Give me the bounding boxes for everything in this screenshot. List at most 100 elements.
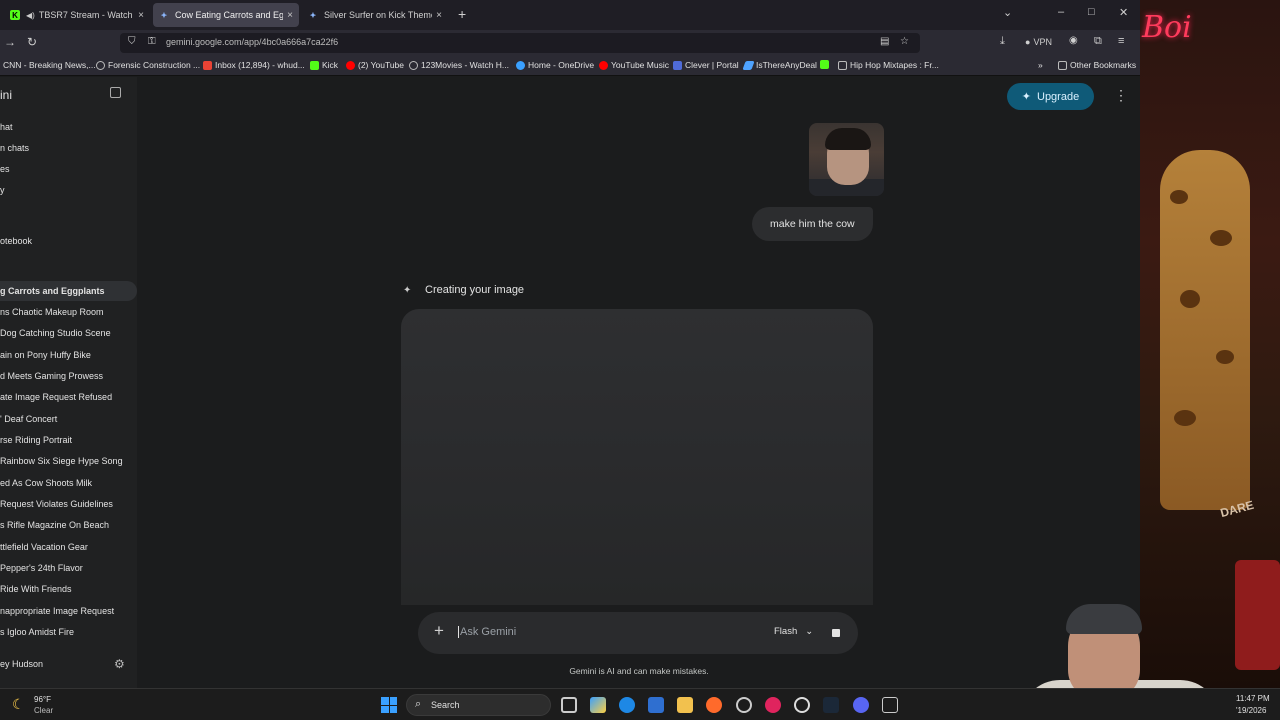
close-tab-icon[interactable]: ×: [287, 10, 293, 21]
new-tab-icon[interactable]: +: [458, 6, 466, 22]
obs-icon[interactable]: [736, 697, 752, 713]
giraffe-artwork: [1160, 150, 1250, 510]
media-player-icon[interactable]: [765, 697, 781, 713]
tab-bar: K ◀) TBSR7 Stream - Watch Live × ✦ Cow E…: [0, 0, 1140, 30]
generation-status: Creating your image: [425, 284, 525, 296]
gemini-brand[interactable]: ini: [0, 88, 12, 102]
stop-generation-button[interactable]: [832, 629, 840, 637]
nav-notebook[interactable]: otebook: [0, 236, 32, 246]
tab-stream[interactable]: K ◀) TBSR7 Stream - Watch Live ×: [4, 3, 150, 27]
forward-icon[interactable]: →: [4, 35, 16, 49]
minimize-icon[interactable]: –: [1058, 6, 1064, 18]
extensions-icon[interactable]: ⧉: [1094, 35, 1102, 48]
bookmark-kick[interactable]: Kick: [310, 60, 338, 70]
settings-icon[interactable]: [794, 697, 810, 713]
url-text[interactable]: gemini.google.com/app/4bc0a666a7ca22f6: [166, 37, 338, 47]
bookmark-isthereanydeal[interactable]: IsThereAnyDeal: [742, 60, 817, 70]
sidebar: ini hat n chats es y otebook g Carrots a…: [0, 77, 137, 688]
recent-chat-active[interactable]: g Carrots and Eggplants: [0, 281, 137, 301]
image-loading-placeholder: [401, 309, 873, 605]
notepad-icon[interactable]: [882, 697, 898, 713]
steam-icon[interactable]: [823, 697, 839, 713]
recent-chat[interactable]: Pepper's 24th Flavor: [0, 558, 137, 578]
close-tab-icon[interactable]: ×: [138, 10, 144, 21]
vpn-button[interactable]: ● VPN: [1025, 37, 1052, 47]
firefox-icon[interactable]: [706, 697, 722, 713]
bookmark-forensic[interactable]: Forensic Construction ...: [96, 60, 200, 70]
windows-start-icon[interactable]: [381, 697, 397, 713]
bookmark-star-icon[interactable]: ☆: [900, 36, 909, 47]
bookmark-onedrive[interactable]: Home - OneDrive: [516, 60, 594, 70]
clock-time[interactable]: 11:47 PM: [1236, 694, 1270, 703]
sidebar-toggle-icon[interactable]: [110, 87, 121, 98]
bookmark-youtube-music[interactable]: YouTube Music: [599, 60, 669, 70]
tab-gemini-active[interactable]: ✦ Cow Eating Carrots and Eggpla ×: [153, 3, 299, 27]
nav-new-chat[interactable]: hat: [0, 122, 13, 132]
uploaded-user-photo[interactable]: [809, 123, 884, 196]
recent-chat[interactable]: rse Riding Portrait: [0, 430, 137, 450]
bookmark-youtube[interactable]: (2) YouTube: [346, 60, 404, 70]
shield-icon[interactable]: ⛉: [128, 36, 136, 47]
recent-chat[interactable]: nappropriate Image Request: [0, 601, 137, 621]
menu-icon[interactable]: ≡: [1118, 35, 1124, 47]
tab-list-icon[interactable]: ⌄: [1003, 6, 1012, 19]
recent-chat[interactable]: Dog Catching Studio Scene: [0, 323, 137, 343]
bookmark-cnn[interactable]: CNN - Breaking News,...: [3, 60, 96, 70]
copilot-icon[interactable]: [590, 697, 606, 713]
bookmark-gmail[interactable]: Inbox (12,894) - whud...: [203, 60, 305, 70]
recent-chat[interactable]: Ride With Friends: [0, 579, 137, 599]
bookmark-hiphop[interactable]: Hip Hop Mixtapes : Fr...: [838, 60, 939, 70]
maximize-icon[interactable]: □: [1088, 6, 1095, 18]
reload-icon[interactable]: ↻: [27, 35, 37, 49]
recent-chat[interactable]: ate Image Request Refused: [0, 387, 137, 407]
clock-date[interactable]: '19/2026: [1236, 706, 1266, 715]
loading-sparkle-icon: ✦: [403, 285, 412, 296]
nav-item-3[interactable]: es: [0, 164, 10, 174]
discord-icon[interactable]: [853, 697, 869, 713]
gemini-icon: ✦: [309, 10, 317, 20]
gemini-page: ini hat n chats es y otebook g Carrots a…: [0, 77, 1140, 688]
add-attachment-icon[interactable]: +: [434, 621, 444, 641]
recent-chat[interactable]: ttlefield Vacation Gear: [0, 537, 137, 557]
model-selector[interactable]: Flash ⌄: [774, 626, 813, 637]
prompt-input[interactable]: Ask Gemini: [458, 626, 516, 638]
recent-chat[interactable]: ' Deaf Concert: [0, 409, 137, 429]
bookmark-clever[interactable]: Clever | Portal: [673, 60, 739, 70]
close-window-icon[interactable]: ✕: [1119, 6, 1128, 19]
recent-chat[interactable]: ed As Cow Shoots Milk: [0, 473, 137, 493]
other-bookmarks[interactable]: Other Bookmarks: [1058, 60, 1136, 70]
more-options-icon[interactable]: ⋮: [1114, 87, 1128, 104]
tab-gemini-2[interactable]: ✦ Silver Surfer on Kick Themed Su ×: [302, 3, 448, 27]
edge-icon[interactable]: [619, 697, 635, 713]
bookmark-123movies[interactable]: 123Movies - Watch H...: [409, 60, 509, 70]
globe-icon: [96, 60, 105, 70]
recent-chat[interactable]: Request Violates Guidelines: [0, 494, 137, 514]
upgrade-button[interactable]: ✦ Upgrade: [1007, 83, 1094, 110]
sparkle-icon: ✦: [1021, 91, 1031, 103]
account-icon[interactable]: ◉: [1069, 35, 1078, 46]
taskbar-search[interactable]: ⌕ Search: [406, 694, 551, 716]
close-tab-icon[interactable]: ×: [436, 10, 442, 21]
recent-chat[interactable]: s Igloo Amidst Fire: [0, 622, 137, 642]
downloads-icon[interactable]: ⤓: [1000, 35, 1005, 48]
nav-search-chats[interactable]: n chats: [0, 143, 29, 153]
recent-chat[interactable]: ns Chaotic Makeup Room: [0, 302, 137, 322]
nav-item-4[interactable]: y: [0, 185, 5, 195]
lock-icon[interactable]: ⚿: [148, 36, 156, 47]
file-explorer-icon[interactable]: [677, 697, 693, 713]
recent-chat[interactable]: s Rifle Magazine On Beach: [0, 515, 137, 535]
user-message-bubble: make him the cow: [752, 207, 873, 241]
task-view-icon[interactable]: [561, 697, 577, 713]
weather-moon-icon[interactable]: ☾: [12, 696, 25, 713]
weather-temperature[interactable]: 96°F: [34, 695, 51, 704]
recent-chat[interactable]: d Meets Gaming Prowess: [0, 366, 137, 386]
recent-chat[interactable]: ain on Pony Huffy Bike: [0, 345, 137, 365]
address-bar[interactable]: ⛉ ⚿ gemini.google.com/app/4bc0a666a7ca22…: [120, 33, 920, 53]
store-icon[interactable]: [648, 697, 664, 713]
weather-condition[interactable]: Clear: [34, 706, 53, 715]
recent-chat[interactable]: Rainbow Six Siege Hype Song: [0, 451, 137, 471]
bookmark-kick-2[interactable]: [820, 60, 832, 69]
bookmarks-overflow-icon[interactable]: »: [1038, 60, 1043, 70]
prompt-composer: + Ask Gemini Flash ⌄: [418, 612, 858, 654]
reader-view-icon[interactable]: ▤: [880, 36, 889, 47]
